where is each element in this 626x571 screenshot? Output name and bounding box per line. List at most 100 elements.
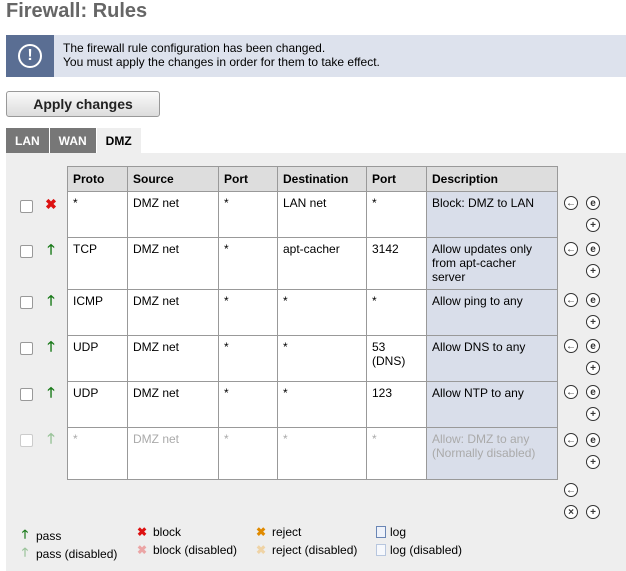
cell-destination: * [277, 381, 367, 428]
cell-source: DMZ net [127, 381, 219, 428]
block-disabled-icon: ✖ [136, 543, 148, 557]
table-row[interactable]: UDP DMZ net * * 53 (DNS) Allow DNS to an… [67, 335, 558, 382]
move-before-icon[interactable]: ← [564, 339, 578, 353]
add-icon[interactable]: + [586, 264, 600, 278]
cell-proto: UDP [67, 335, 128, 382]
row-actions: ← e + [564, 385, 604, 425]
cell-source-port: * [218, 237, 278, 290]
cell-proto: UDP [67, 381, 128, 428]
cell-destination: LAN net [277, 191, 367, 238]
changes-notice: ! The firewall rule configuration has be… [6, 35, 626, 77]
table-header-row: Proto Source Port Destination Port Descr… [67, 166, 558, 192]
row-actions: ← e + [564, 293, 604, 333]
add-icon[interactable]: + [586, 315, 600, 329]
table-row[interactable]: * DMZ net * LAN net * Block: DMZ to LAN [67, 191, 558, 238]
legend-block: ✖ block [135, 525, 181, 539]
legend-label: reject [272, 525, 302, 539]
col-proto: Proto [67, 166, 128, 192]
move-before-icon[interactable]: ← [564, 196, 578, 210]
legend-label: block [153, 525, 182, 539]
apply-changes-button[interactable]: Apply changes [6, 91, 160, 117]
cell-dest-port: 3142 [366, 237, 427, 290]
pass-arrow-icon[interactable]: 🡑 [44, 385, 58, 399]
table-row[interactable]: TCP DMZ net * apt-cacher 3142 Allow upda… [67, 237, 558, 290]
edit-icon[interactable]: e [586, 196, 600, 210]
edit-icon[interactable]: e [586, 293, 600, 307]
page-title: Firewall: Rules [6, 0, 148, 22]
table-row[interactable]: * DMZ net * * * Allow: DMZ to any (Norma… [67, 427, 558, 480]
legend-label: reject (disabled) [272, 543, 358, 557]
pass-arrow-icon[interactable]: 🡑 [44, 339, 58, 353]
cell-source: DMZ net [127, 427, 219, 480]
legend-reject-disabled: ✖ reject (disabled) [254, 543, 357, 557]
cell-description: Allow ping to any [426, 289, 558, 336]
cell-description: Allow updates only from apt-cacher serve… [426, 237, 558, 290]
log-disabled-icon [376, 544, 386, 556]
table-row[interactable]: ICMP DMZ net * * * Allow ping to any [67, 289, 558, 336]
block-icon: ✖ [136, 525, 148, 539]
move-to-end-icon[interactable]: ← [564, 483, 578, 497]
tab-lan[interactable]: LAN [6, 128, 50, 153]
cell-source-port: * [218, 191, 278, 238]
legend-label: pass (disabled) [36, 546, 118, 561]
legend-log-disabled: log (disabled) [376, 543, 462, 557]
cell-dest-port: * [366, 427, 427, 480]
notice-line-1: The firewall rule configuration has been… [63, 41, 326, 55]
cell-source: DMZ net [127, 191, 219, 238]
legend-block-disabled: ✖ block (disabled) [135, 543, 237, 557]
add-rule-icon[interactable]: + [586, 505, 600, 519]
cell-destination: * [277, 289, 367, 336]
add-icon[interactable]: + [586, 407, 600, 421]
cell-source: DMZ net [127, 289, 219, 336]
row-actions: ← e + [564, 433, 604, 473]
table-row[interactable]: UDP DMZ net * * 123 Allow NTP to any [67, 381, 558, 428]
legend-label: log [390, 525, 407, 539]
cell-destination: * [277, 335, 367, 382]
rule-checkbox[interactable] [20, 245, 33, 258]
cell-source-port: * [218, 335, 278, 382]
legend-label: log (disabled) [390, 543, 463, 557]
cell-source-port: * [218, 289, 278, 336]
pass-arrow-icon[interactable]: 🡑 [44, 242, 58, 256]
pass-disabled-arrow-icon: 🡑 [21, 545, 29, 559]
notice-line-2: You must apply the changes in order for … [63, 55, 380, 69]
move-before-icon[interactable]: ← [564, 293, 578, 307]
rule-checkbox[interactable] [20, 200, 33, 213]
delete-selected-icon[interactable]: × [564, 505, 578, 519]
cell-source-port: * [218, 427, 278, 480]
col-source: Source [127, 166, 219, 192]
col-source-port: Port [218, 166, 278, 192]
edit-icon[interactable]: e [586, 242, 600, 256]
cell-proto: * [67, 427, 128, 480]
block-icon[interactable]: ✖ [44, 197, 58, 211]
cell-description: Block: DMZ to LAN [426, 191, 558, 238]
tab-dmz[interactable]: DMZ [96, 128, 142, 153]
add-icon[interactable]: + [586, 455, 600, 469]
edit-icon[interactable]: e [586, 433, 600, 447]
edit-icon[interactable]: e [586, 339, 600, 353]
rule-checkbox[interactable] [20, 388, 33, 401]
cell-proto: TCP [67, 237, 128, 290]
cell-dest-port: 123 [366, 381, 427, 428]
reject-disabled-icon: ✖ [255, 543, 267, 557]
add-icon[interactable]: + [586, 361, 600, 375]
table-actions: ← × + [564, 483, 604, 523]
col-description: Description [426, 166, 558, 192]
pass-arrow-icon[interactable]: 🡑 [44, 293, 58, 307]
tab-wan[interactable]: WAN [49, 128, 97, 153]
add-icon[interactable]: + [586, 218, 600, 232]
interface-tabs: LAN WAN DMZ [6, 128, 142, 153]
rule-checkbox[interactable] [20, 434, 33, 447]
info-icon: ! [6, 35, 54, 77]
move-before-icon[interactable]: ← [564, 385, 578, 399]
pass-disabled-arrow-icon[interactable]: 🡑 [44, 431, 58, 445]
cell-source: DMZ net [127, 335, 219, 382]
rule-checkbox[interactable] [20, 296, 33, 309]
cell-dest-port: 53 (DNS) [366, 335, 427, 382]
cell-dest-port: * [366, 289, 427, 336]
move-before-icon[interactable]: ← [564, 433, 578, 447]
edit-icon[interactable]: e [586, 385, 600, 399]
cell-proto: * [67, 191, 128, 238]
move-before-icon[interactable]: ← [564, 242, 578, 256]
rule-checkbox[interactable] [20, 342, 33, 355]
